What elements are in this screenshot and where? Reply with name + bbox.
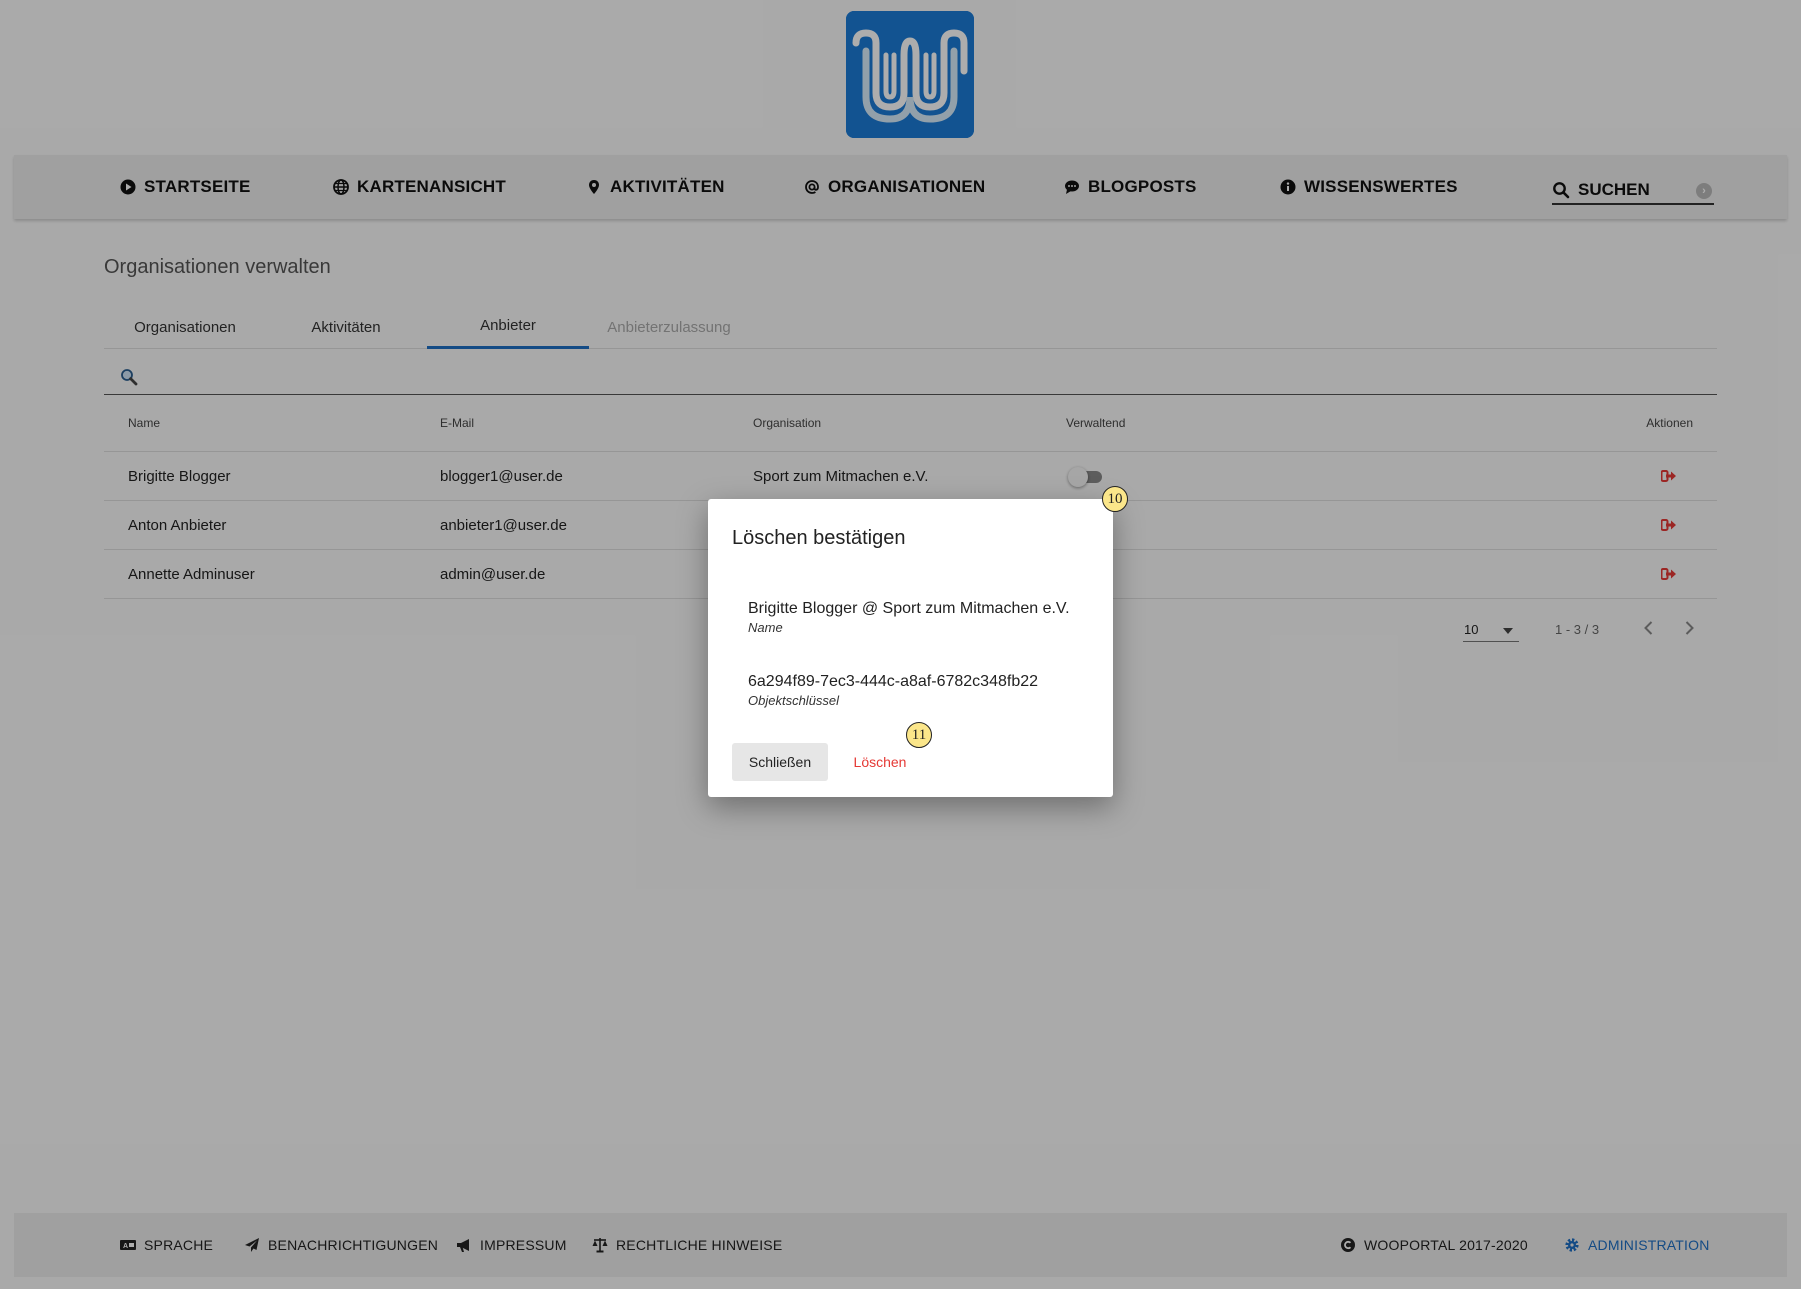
dialog-key-value: 6a294f89-7ec3-444c-a8af-6782c348fb22 — [748, 673, 1039, 690]
dialog-key-label: Objektschlüssel — [748, 693, 840, 708]
dialog-key-field: 6a294f89-7ec3-444c-a8af-6782c348fb22 Obj… — [748, 673, 1038, 708]
dialog-name-field: Brigitte Blogger @ Sport zum Mitmachen e… — [748, 600, 1070, 635]
dialog-title: Löschen bestätigen — [732, 527, 906, 549]
confirm-delete-dialog: Löschen bestätigen Brigitte Blogger @ Sp… — [708, 499, 1113, 797]
annotation-marker-10: 10 — [1102, 486, 1128, 512]
annotation-marker-11: 11 — [906, 722, 932, 748]
delete-button[interactable]: Löschen — [838, 743, 922, 781]
dialog-name-value: Brigitte Blogger @ Sport zum Mitmachen e… — [748, 600, 1070, 617]
close-button[interactable]: Schließen — [732, 743, 828, 781]
dialog-name-label: Name — [748, 620, 783, 635]
